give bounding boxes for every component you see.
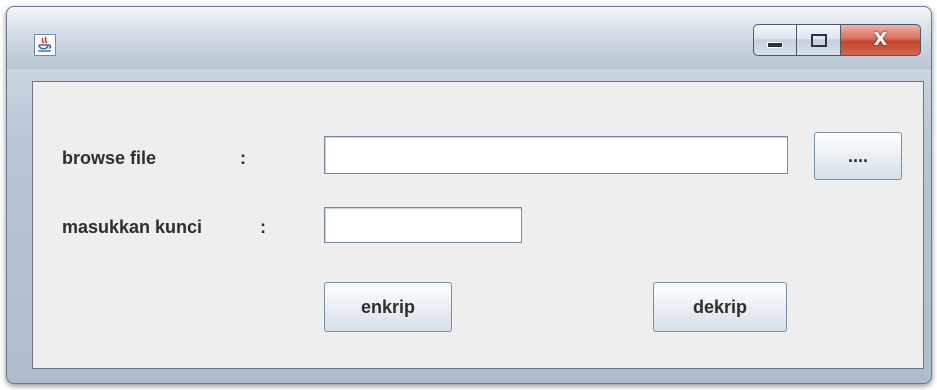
maximize-icon [810, 33, 827, 47]
browse-file-label: browse file [62, 148, 157, 168]
minimize-button[interactable] [753, 24, 797, 56]
key-field[interactable] [324, 207, 522, 243]
file-path-field[interactable] [324, 136, 788, 174]
java-app-icon[interactable] [34, 34, 56, 56]
key-label: masukkan kunci [62, 217, 203, 237]
key-colon: : [260, 217, 266, 237]
browse-button[interactable]: .... [814, 132, 902, 180]
title-bar[interactable]: X [7, 7, 931, 69]
maximize-button[interactable] [797, 24, 841, 56]
minimize-icon [767, 42, 783, 48]
content-panel: browse file : .... masukkan kunci : enkr… [32, 81, 924, 369]
close-button[interactable]: X [841, 24, 921, 56]
encrypt-button[interactable]: enkrip [324, 282, 452, 332]
close-icon: X [873, 29, 888, 50]
decrypt-button[interactable]: dekrip [653, 282, 787, 332]
window-controls: X [753, 24, 921, 56]
app-window: X browse file : .... masukkan kunci : en… [6, 6, 932, 384]
browse-file-colon: : [240, 148, 246, 168]
